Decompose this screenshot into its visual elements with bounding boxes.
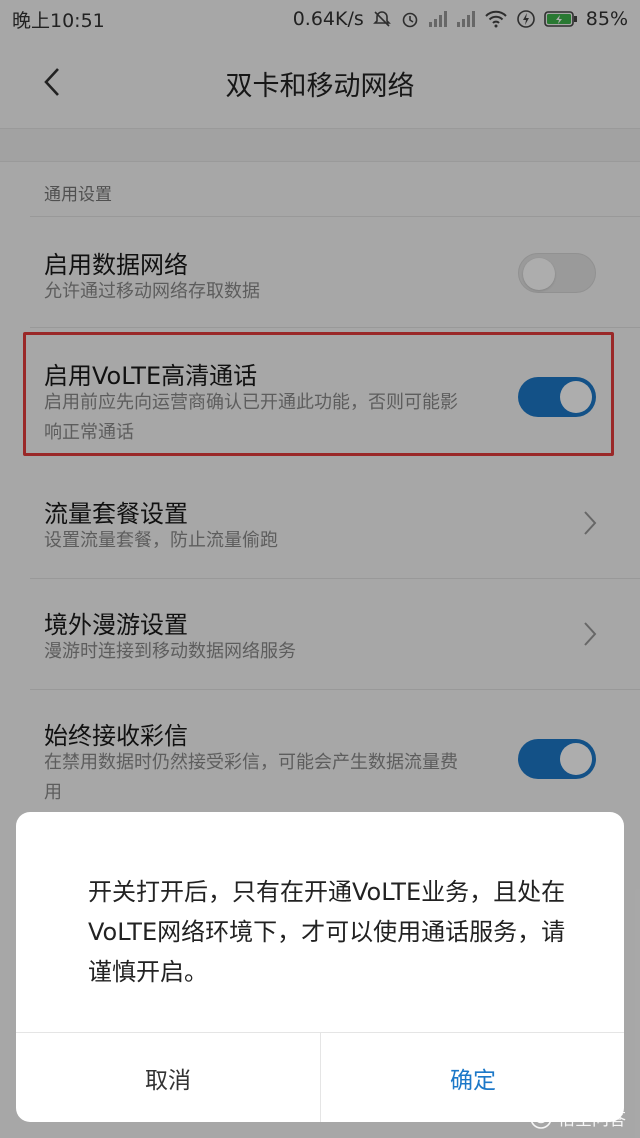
dialog-message: 开关打开后，只有在开通VoLTE业务，且处在VoLTE网络环境下，才可以使用通话… (88, 878, 566, 986)
watermark-text: 悟空问答 (558, 1110, 626, 1130)
settings-screen: 晚上10:51 0.64K/s 85% 双卡和移动网络 通用设置 启用数据网络 … (0, 0, 640, 1138)
watermark: 悟空问答 (530, 1105, 626, 1130)
confirm-dialog: 开关打开后，只有在开通VoLTE业务，且处在VoLTE网络环境下，才可以使用通话… (16, 812, 624, 1122)
cancel-button[interactable]: 取消 (16, 1033, 320, 1122)
wukong-logo-icon (530, 1106, 552, 1129)
